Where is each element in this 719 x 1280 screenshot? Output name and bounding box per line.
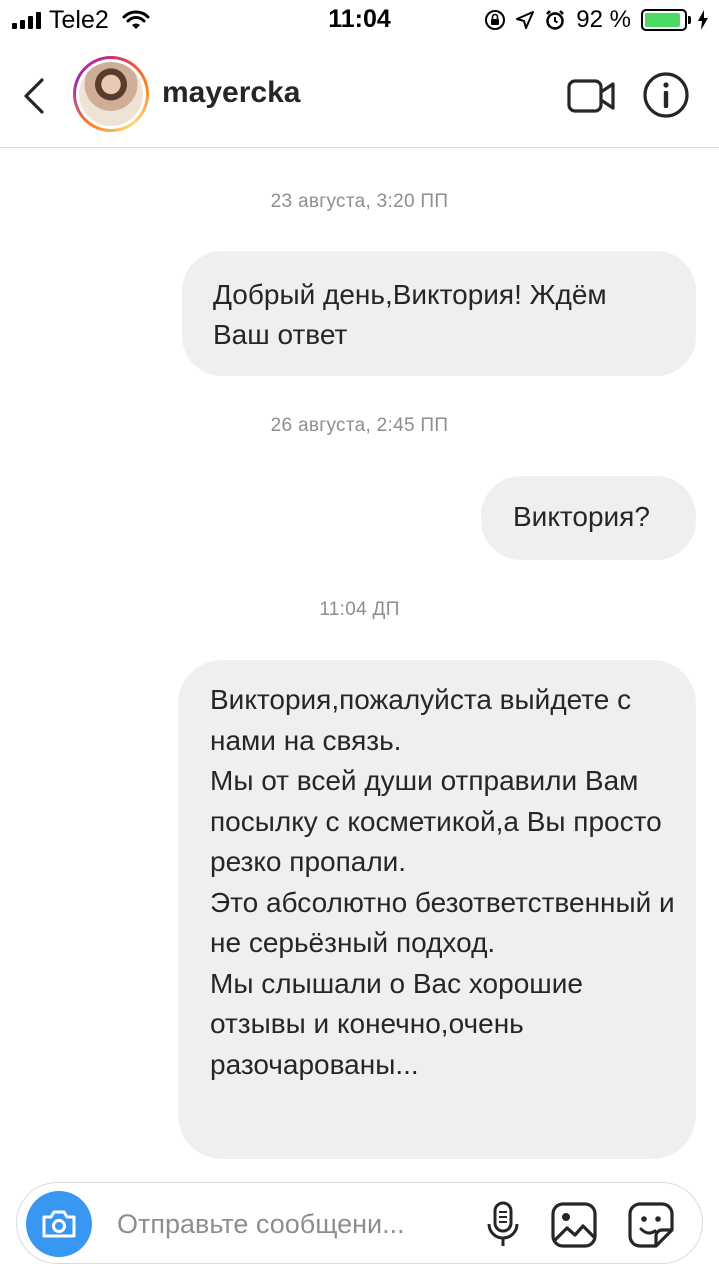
sticker-button[interactable] [626,1200,676,1250]
message-paragraph: Виктория,пожалуйста выйдете с нами на св… [210,684,632,756]
microphone-icon [487,1201,519,1246]
avatar[interactable] [73,56,149,132]
avatar-image [79,62,143,126]
info-button[interactable] [641,70,691,120]
message-timestamp: 11:04 ДП [319,599,400,620]
message-paragraph: Это абсолютно безответственный и не серь… [210,886,675,959]
status-bar: Tele2 11:04 92 % [0,0,719,40]
chevron-left-icon [24,78,44,114]
location-icon [516,11,535,29]
chat-header: mayercka [0,40,719,148]
alarm-icon [546,10,565,30]
message-input[interactable] [117,1203,457,1245]
message-composer [16,1182,703,1264]
info-icon [643,72,689,118]
message-paragraph: Мы от всей души отправили Вам посылку с … [210,765,662,877]
message-line: Ваш ответ [213,319,348,350]
battery-fill [645,13,680,27]
camera-button[interactable] [26,1191,92,1257]
orientation-lock-icon [485,10,506,30]
message-line: Добрый день,Виктория! Ждём [213,279,607,310]
video-call-button[interactable] [566,74,616,118]
video-camera-icon [567,79,615,113]
gallery-icon [551,1202,597,1248]
status-right: 92 % [484,6,709,34]
battery-percent: 92 % [576,6,631,33]
message-timestamp: 26 августа, 2:45 ПП [270,415,449,436]
battery-icon [641,9,691,31]
gallery-button[interactable] [549,1200,599,1250]
message-bubble[interactable]: Виктория? [481,476,696,560]
message-paragraph: Мы слышали о Вас хорошие отзывы и конечн… [210,967,583,1080]
message-bubble[interactable]: Добрый день,Виктория! Ждём Ваш ответ [182,251,696,376]
username[interactable]: mayercka [162,76,300,110]
message-line: Виктория? [513,501,650,532]
microphone-button[interactable] [483,1200,523,1250]
back-button[interactable] [14,74,54,118]
message-bubble[interactable]: Виктория,пожалуйста выйдете с нами на св… [178,660,696,1159]
charging-icon [698,10,708,30]
sticker-icon [628,1202,674,1248]
camera-icon [42,1210,76,1238]
message-timestamp: 23 августа, 3:20 ПП [270,191,449,212]
